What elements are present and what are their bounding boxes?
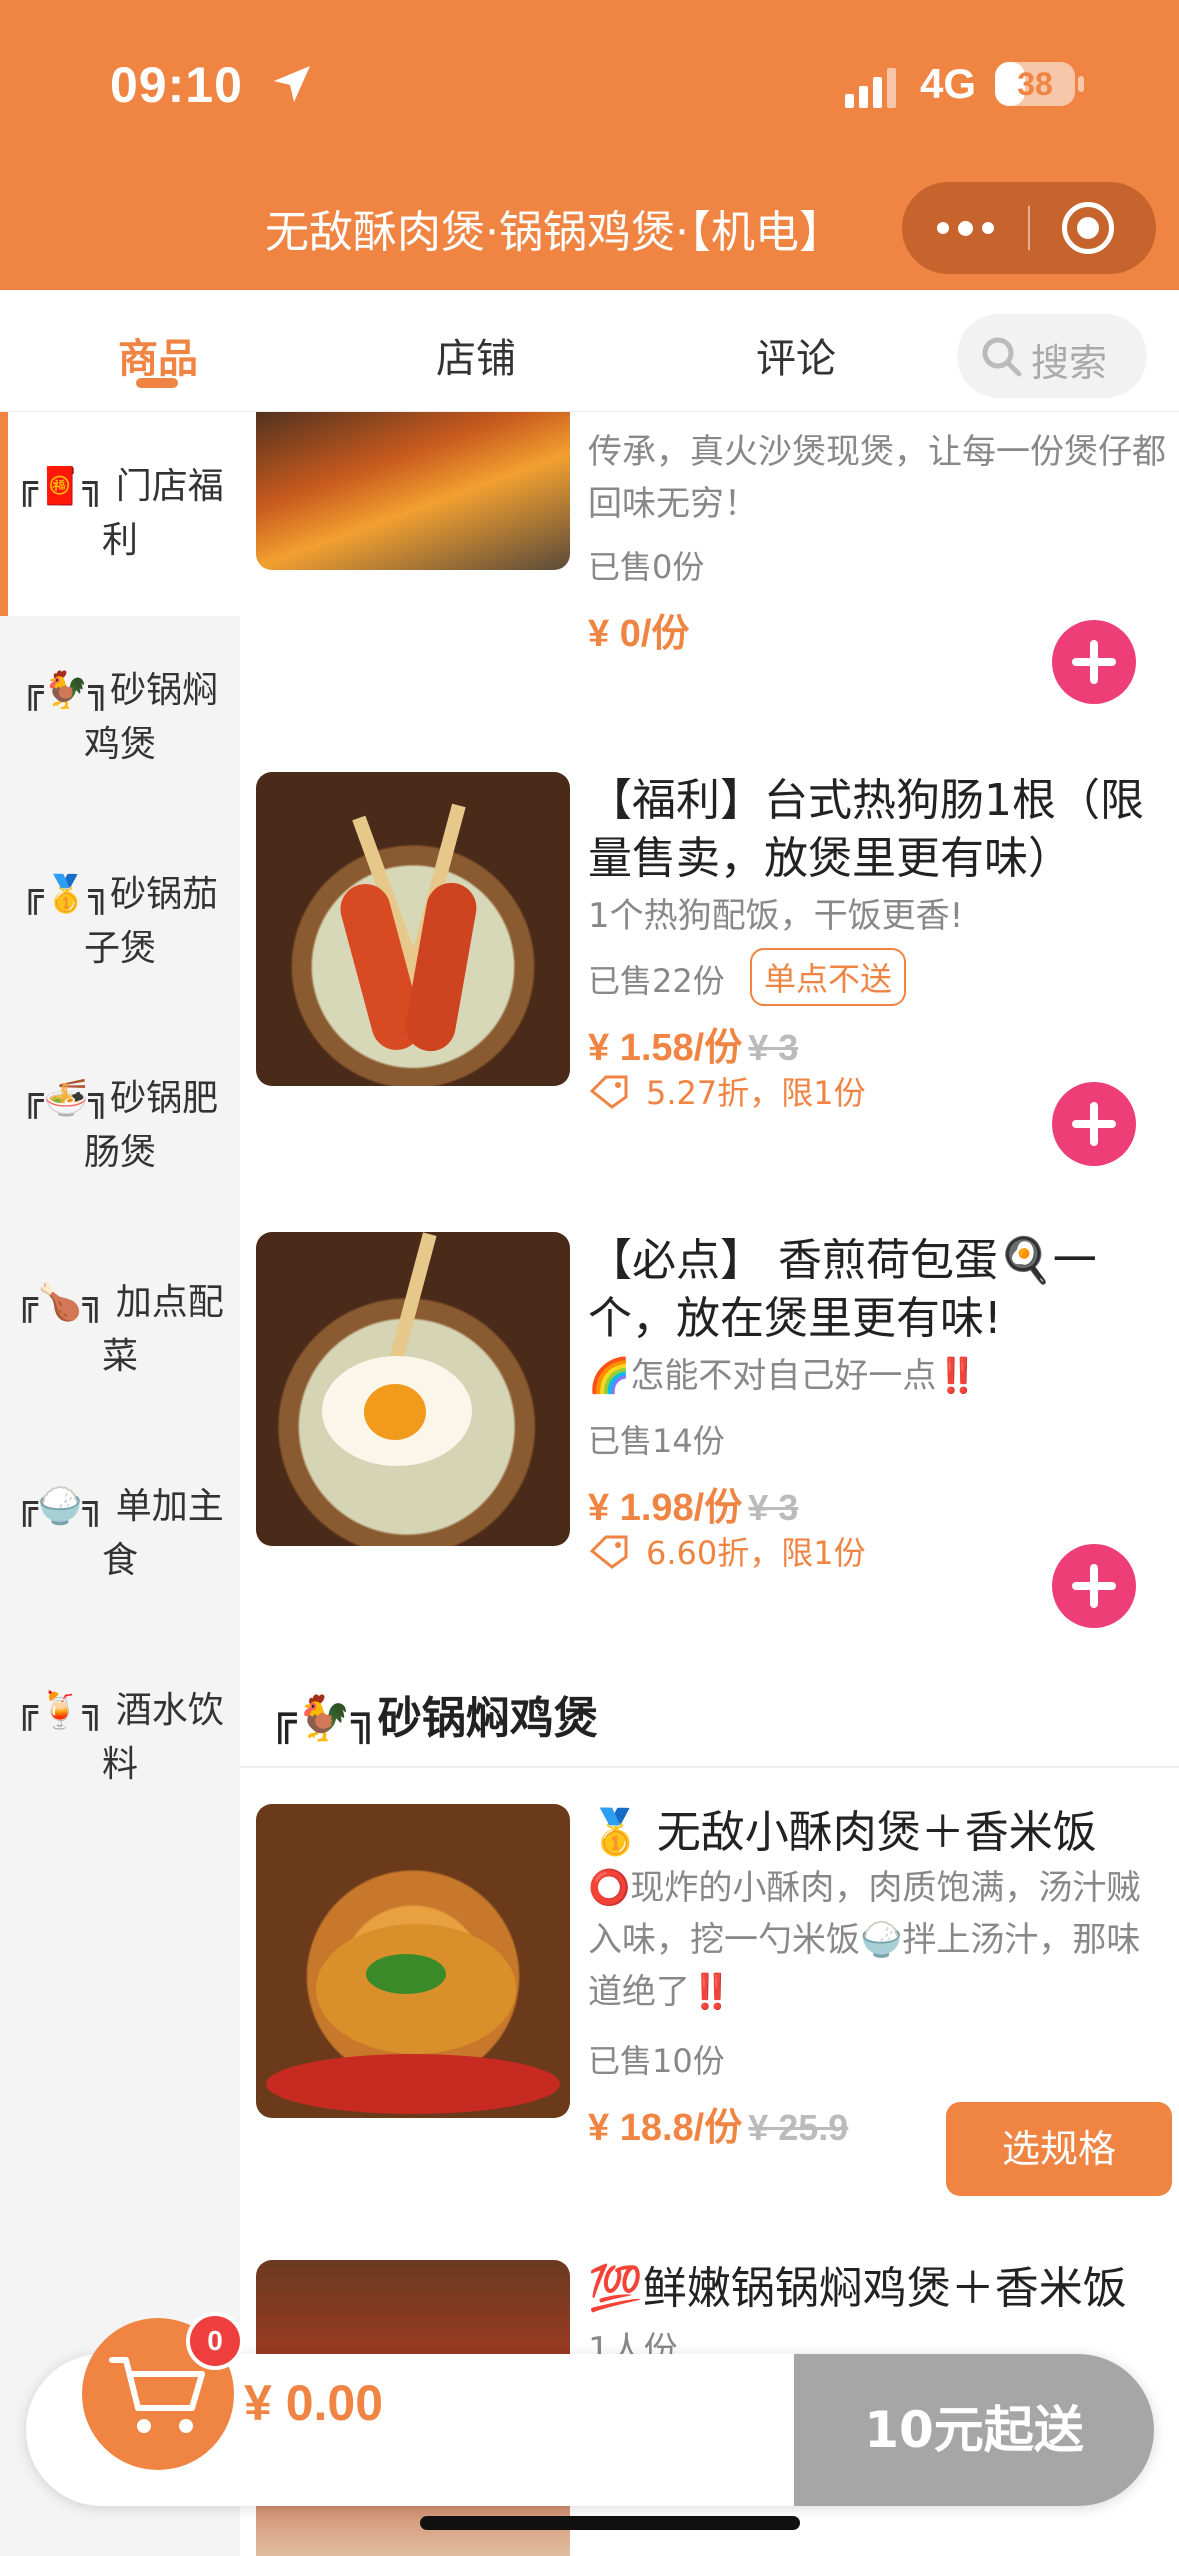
cart-total: ¥ 0.00	[244, 2375, 384, 2431]
product-sold-count: 已售22份	[588, 962, 725, 1000]
sidebar-item-label: ╔🍜╗砂锅肥肠煲	[21, 1078, 219, 1173]
product-price: ¥ 1.98/份 ¥ 3	[588, 1476, 798, 1531]
price-tag-icon	[589, 1075, 628, 1109]
fried-egg-yolk	[364, 1384, 426, 1440]
product-image[interactable]	[256, 1804, 570, 2118]
signal-icon	[845, 68, 896, 108]
sidebar-item-store-benefits[interactable]: ╔🧧╗ 门店福利	[0, 412, 240, 616]
product-description: 1个热狗配饭，干饭更香!	[588, 896, 964, 936]
tab-reviews[interactable]: 评论	[756, 326, 836, 384]
more-options-button[interactable]	[902, 182, 1028, 274]
herb-garnish	[366, 1954, 446, 1994]
sidebar-item-drinks[interactable]: ╔🍹╗ 酒水饮料	[0, 1636, 240, 1840]
search-icon	[982, 337, 1022, 377]
product-sold-count: 已售10份	[588, 2042, 725, 2080]
product-price-value: ¥ 0/份	[588, 613, 690, 655]
close-mini-program-icon[interactable]	[1062, 202, 1114, 254]
location-arrow-icon	[274, 66, 310, 102]
store-title: 无敌酥肉煲·锅锅鸡煲·【机电】	[265, 207, 843, 258]
product-sold-count: 已售14份	[588, 1422, 725, 1460]
add-to-cart-button[interactable]	[1052, 620, 1136, 704]
pot-base	[266, 2054, 560, 2114]
add-to-cart-button[interactable]	[1052, 1082, 1136, 1166]
product-price-value: ¥ 1.58/份	[588, 1027, 743, 1069]
product-title: 💯鲜嫩锅锅焖鸡煲＋香米饭	[588, 2263, 1127, 2314]
product-original-price: ¥ 3	[748, 1487, 799, 1528]
product-description: 传承，真火沙煲现煲，让每一份煲仔都回味无穷！	[588, 432, 1166, 524]
product-price: ¥ 0/份	[588, 602, 689, 657]
capsule-divider	[1028, 206, 1030, 250]
product-description: ⭕现炸的小酥肉，肉质饱满，汤汁贼入味，挖一勺米饭🍚拌上汤汁，那味道绝了‼️	[588, 1868, 1141, 2012]
product-price: ¥ 18.8/份 ¥ 25.9	[588, 2096, 848, 2151]
product-image[interactable]	[256, 772, 570, 1086]
category-section-header: ╔🐓╗砂锅焖鸡煲	[240, 1652, 1179, 1768]
select-spec-button[interactable]: 选规格	[946, 2102, 1172, 2196]
product-discount-text: 5.27折，限1份	[646, 1074, 866, 1112]
product-title: 【福利】台式热狗肠1根（限量售卖，放煲里更有味）	[588, 775, 1144, 884]
cart-count-badge: 0	[186, 2312, 244, 2370]
sidebar-item-label: ╔🍗╗ 加点配菜	[16, 1282, 224, 1377]
header: 09:10 4G 38 无敌酥肉煲·锅锅鸡煲·【机电】	[0, 0, 1179, 290]
delivery-restriction-badge: 单点不送	[750, 948, 907, 1006]
more-dot-icon	[957, 220, 973, 236]
category-sidebar: ╔🧧╗ 门店福利 ╔🐓╗砂锅焖鸡煲 ╔🥇╗砂锅茄子煲 ╔🍜╗砂锅肥肠煲 ╔🍗╗ …	[0, 412, 240, 2556]
sidebar-item-label: ╔🧧╗ 门店福利	[16, 466, 224, 561]
sidebar-item-label: ╔🐓╗砂锅焖鸡煲	[21, 670, 219, 765]
product-title: 🥇 无敌小酥肉煲＋香米饭	[588, 1807, 1097, 1858]
network-type: 4G	[920, 60, 977, 107]
home-indicator	[420, 2516, 800, 2530]
sidebar-item-label: ╔🍹╗ 酒水饮料	[16, 1690, 224, 1785]
product-image[interactable]	[256, 1232, 570, 1546]
sidebar-item-staple-food[interactable]: ╔🍚╗ 单加主食	[0, 1432, 240, 1636]
battery-level: 38	[1017, 66, 1053, 102]
active-tab-indicator	[136, 378, 178, 388]
battery-icon: 38	[995, 62, 1075, 106]
product-title: 【必点】 香煎荷包蛋🍳一个，放在煲里更有味!	[588, 1235, 1097, 1344]
more-dot-icon	[981, 222, 994, 234]
price-tag-icon	[589, 1535, 628, 1569]
more-dot-icon	[936, 222, 949, 234]
search-placeholder: 搜索	[1031, 341, 1108, 385]
tab-goods[interactable]: 商品	[118, 326, 198, 384]
skewer	[389, 1232, 437, 1362]
product-list: 传承，真火沙煲现煲，让每一份煲仔都回味无穷！ 已售0份 ¥ 0/份 【福利】台式…	[240, 412, 1179, 2556]
product-discount: 6.60折，限1份	[588, 1528, 866, 1574]
sidebar-item-eggplant-pot[interactable]: ╔🥇╗砂锅茄子煲	[0, 820, 240, 1024]
product-original-price: ¥ 3	[748, 1027, 799, 1068]
tab-store[interactable]: 店铺	[436, 326, 516, 384]
product-original-price: ¥ 25.9	[748, 2107, 849, 2148]
mini-program-capsule	[902, 182, 1156, 274]
product-price-value: ¥ 1.98/份	[588, 1487, 743, 1529]
sidebar-item-chicken-pot[interactable]: ╔🐓╗砂锅焖鸡煲	[0, 616, 240, 820]
product-image[interactable]	[256, 412, 570, 570]
sidebar-item-intestine-pot[interactable]: ╔🍜╗砂锅肥肠煲	[0, 1024, 240, 1228]
product-discount: 5.27折，限1份	[588, 1068, 866, 1114]
product-price-value: ¥ 18.8/份	[588, 2107, 743, 2149]
battery-nub	[1078, 76, 1084, 92]
checkout-button[interactable]: 10元起送	[794, 2354, 1154, 2506]
product-sold-count: 已售0份	[588, 548, 705, 586]
product-discount-text: 6.60折，限1份	[646, 1534, 866, 1572]
section-title: ╔🐓╗砂锅焖鸡煲	[270, 1693, 598, 1744]
sidebar-item-side-dishes[interactable]: ╔🍗╗ 加点配菜	[0, 1228, 240, 1432]
sidebar-item-label: ╔🍚╗ 单加主食	[16, 1486, 224, 1581]
search-button[interactable]: 搜索	[957, 314, 1147, 398]
status-time: 09:10	[110, 57, 243, 113]
product-description: 🌈怎能不对自己好一点‼️	[588, 1356, 979, 1396]
sidebar-item-label: ╔🥇╗砂锅茄子煲	[21, 874, 219, 969]
product-price: ¥ 1.58/份 ¥ 3	[588, 1016, 798, 1071]
add-to-cart-button[interactable]	[1052, 1544, 1136, 1628]
